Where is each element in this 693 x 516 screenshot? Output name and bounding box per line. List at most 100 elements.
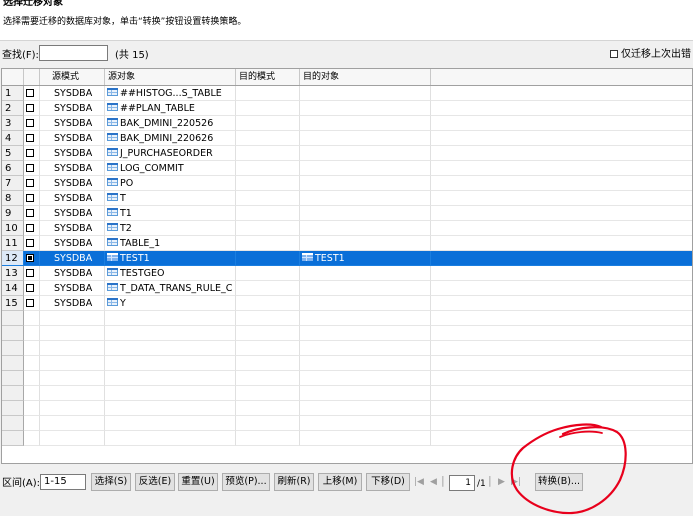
target-object-cell[interactable] (300, 131, 431, 146)
row-checkbox[interactable] (26, 104, 34, 112)
table-row[interactable]: 9 SYSDBA T1 (2, 206, 692, 221)
source-object-cell[interactable]: Y (105, 296, 236, 311)
prev-page-icon[interactable]: ◀ (430, 476, 437, 488)
target-object-cell[interactable] (300, 161, 431, 176)
row-checkbox-cell[interactable] (24, 236, 40, 251)
row-checkbox-cell[interactable] (24, 101, 40, 116)
row-checkbox-cell[interactable] (24, 206, 40, 221)
target-object-cell[interactable] (300, 146, 431, 161)
target-schema-cell[interactable] (236, 251, 300, 266)
source-object-cell[interactable]: T (105, 191, 236, 206)
source-object-cell[interactable]: TEST1 (105, 251, 236, 266)
row-checkbox[interactable] (26, 209, 34, 217)
range-input[interactable]: 1-15 (40, 474, 86, 490)
source-schema-cell[interactable]: SYSDBA (40, 131, 105, 146)
row-checkbox-cell[interactable] (24, 86, 40, 101)
row-checkbox[interactable] (26, 254, 34, 262)
row-checkbox-cell[interactable] (24, 281, 40, 296)
find-input[interactable] (39, 45, 108, 61)
source-schema-cell[interactable]: SYSDBA (40, 266, 105, 281)
source-object-cell[interactable]: ##HISTOG...S_TABLE (105, 86, 236, 101)
table-row[interactable]: 4 SYSDBA BAK_DMINI_220626 (2, 131, 692, 146)
source-schema-cell[interactable]: SYSDBA (40, 221, 105, 236)
source-object-cell[interactable]: BAK_DMINI_220526 (105, 116, 236, 131)
target-schema-cell[interactable] (236, 221, 300, 236)
select-button[interactable]: 选择(S) (91, 473, 131, 491)
table-row[interactable]: 5 SYSDBA J_PURCHASEORDER (2, 146, 692, 161)
row-checkbox-cell[interactable] (24, 146, 40, 161)
table-row[interactable]: 1 SYSDBA ##HISTOG...S_TABLE (2, 86, 692, 101)
row-checkbox-cell[interactable] (24, 176, 40, 191)
source-schema-cell[interactable]: SYSDBA (40, 191, 105, 206)
source-schema-cell[interactable]: SYSDBA (40, 86, 105, 101)
last-page-icon[interactable]: ▶| (511, 476, 521, 488)
source-schema-cell[interactable]: SYSDBA (40, 236, 105, 251)
source-object-cell[interactable]: TABLE_1 (105, 236, 236, 251)
source-object-cell[interactable]: TESTGEO (105, 266, 236, 281)
row-checkbox[interactable] (26, 119, 34, 127)
row-checkbox[interactable] (26, 179, 34, 187)
row-checkbox[interactable] (26, 284, 34, 292)
row-checkbox-cell[interactable] (24, 296, 40, 311)
source-schema-cell[interactable]: SYSDBA (40, 281, 105, 296)
source-schema-cell[interactable]: SYSDBA (40, 296, 105, 311)
refresh-button[interactable]: 刷新(R) (274, 473, 314, 491)
convert-button[interactable]: 转换(B)... (535, 473, 583, 491)
row-checkbox-cell[interactable] (24, 251, 40, 266)
table-row[interactable]: 8 SYSDBA T (2, 191, 692, 206)
table-row[interactable]: 3 SYSDBA BAK_DMINI_220526 (2, 116, 692, 131)
source-schema-cell[interactable]: SYSDBA (40, 206, 105, 221)
target-schema-cell[interactable] (236, 161, 300, 176)
row-checkbox-cell[interactable] (24, 116, 40, 131)
only-failed-checkbox[interactable]: 仅迁移上次出错 (610, 49, 691, 61)
target-object-cell[interactable] (300, 281, 431, 296)
invert-select-button[interactable]: 反选(E) (135, 473, 175, 491)
table-row[interactable]: 10 SYSDBA T2 (2, 221, 692, 236)
target-schema-cell[interactable] (236, 116, 300, 131)
row-checkbox[interactable] (26, 239, 34, 247)
target-schema-cell[interactable] (236, 296, 300, 311)
target-schema-cell[interactable] (236, 281, 300, 296)
source-schema-cell[interactable]: SYSDBA (40, 101, 105, 116)
source-object-cell[interactable]: T1 (105, 206, 236, 221)
target-object-cell[interactable] (300, 116, 431, 131)
row-checkbox[interactable] (26, 164, 34, 172)
target-schema-cell[interactable] (236, 266, 300, 281)
row-checkbox[interactable] (26, 134, 34, 142)
table-row[interactable]: 11 SYSDBA TABLE_1 (2, 236, 692, 251)
target-schema-cell[interactable] (236, 176, 300, 191)
target-object-cell[interactable] (300, 296, 431, 311)
row-checkbox-cell[interactable] (24, 221, 40, 236)
source-schema-cell[interactable]: SYSDBA (40, 116, 105, 131)
target-object-cell[interactable] (300, 266, 431, 281)
target-schema-cell[interactable] (236, 101, 300, 116)
source-object-cell[interactable]: J_PURCHASEORDER (105, 146, 236, 161)
table-row[interactable]: 2 SYSDBA ##PLAN_TABLE (2, 101, 692, 116)
row-checkbox[interactable] (26, 89, 34, 97)
target-object-cell[interactable] (300, 176, 431, 191)
table-row[interactable]: 15 SYSDBA Y (2, 296, 692, 311)
preview-button[interactable]: 预览(P)... (222, 473, 270, 491)
row-checkbox-cell[interactable] (24, 131, 40, 146)
source-object-cell[interactable]: BAK_DMINI_220626 (105, 131, 236, 146)
table-row[interactable]: 6 SYSDBA LOG_COMMIT (2, 161, 692, 176)
table-row[interactable]: 13 SYSDBA TESTGEO (2, 266, 692, 281)
move-up-button[interactable]: 上移(M) (318, 473, 362, 491)
object-grid[interactable]: 源模式 源对象 目的模式 目的对象 1 SYSDBA ##HISTOG...S_TA… (1, 68, 693, 464)
header-target-schema[interactable]: 目的模式 (236, 69, 300, 85)
header-source-object[interactable]: 源对象 (105, 69, 236, 85)
row-checkbox-cell[interactable] (24, 266, 40, 281)
source-schema-cell[interactable]: SYSDBA (40, 146, 105, 161)
table-row[interactable]: 12 SYSDBA TEST1 TEST1 (2, 251, 692, 266)
table-row[interactable]: 7 SYSDBA PO (2, 176, 692, 191)
row-checkbox[interactable] (26, 149, 34, 157)
target-object-cell[interactable]: TEST1 (300, 251, 431, 266)
header-target-object[interactable]: 目的对象 (300, 69, 431, 85)
target-schema-cell[interactable] (236, 131, 300, 146)
row-checkbox[interactable] (26, 299, 34, 307)
target-object-cell[interactable] (300, 191, 431, 206)
checkbox-icon[interactable] (610, 50, 618, 58)
source-schema-cell[interactable]: SYSDBA (40, 161, 105, 176)
target-schema-cell[interactable] (236, 146, 300, 161)
page-number-input[interactable]: 1 (449, 475, 475, 491)
